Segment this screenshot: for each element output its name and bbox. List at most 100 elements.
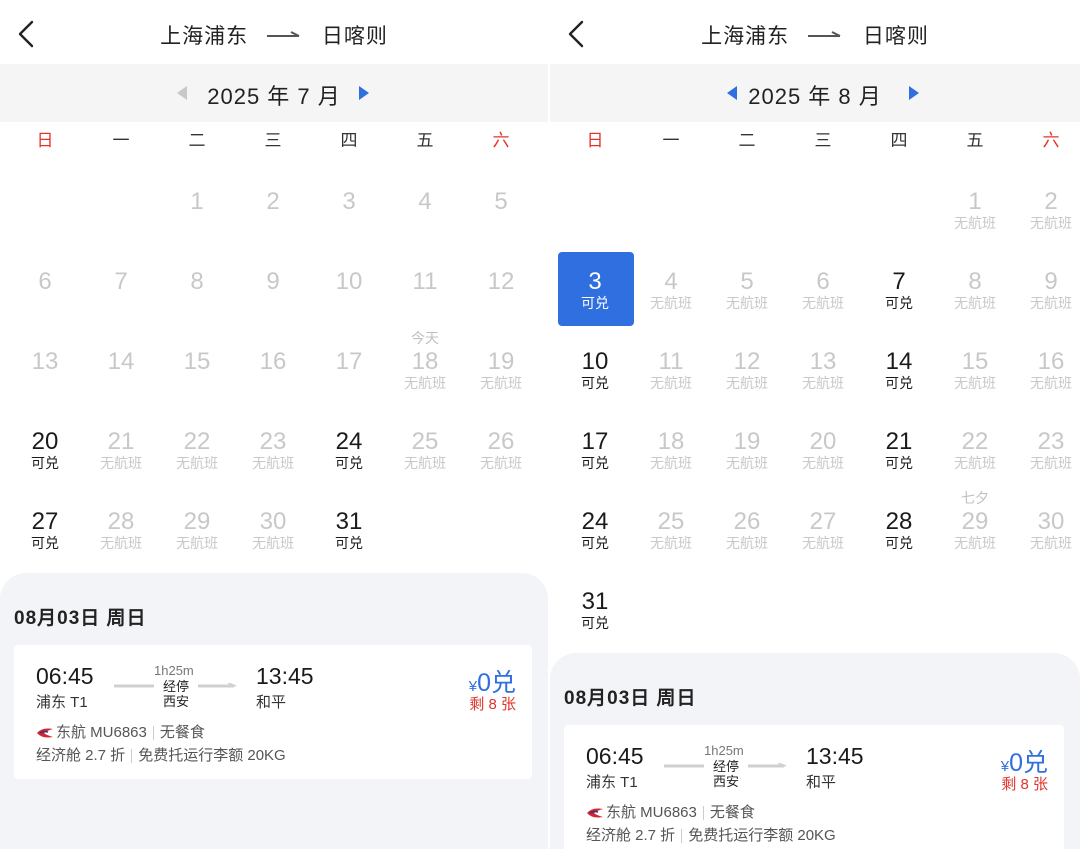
day-cell: 15 <box>159 326 235 400</box>
weekday-label: 三 <box>814 131 832 150</box>
weekday-label: 四 <box>890 131 908 150</box>
day-number: 4 <box>664 268 678 295</box>
weekday-label: 二 <box>188 131 206 150</box>
day-status: 可兑 <box>31 455 59 471</box>
day-status: 可兑 <box>581 375 609 391</box>
day-number: 19 <box>733 428 761 455</box>
day-number: 20 <box>809 428 837 455</box>
meal-info: 无餐食 <box>709 804 755 821</box>
flight-duration: 1h25m <box>154 663 194 678</box>
day-cell[interactable]: 3 可兑 <box>557 246 634 326</box>
divider <box>152 726 154 741</box>
day-number: 4 <box>418 188 432 215</box>
day-status: 无航班 <box>802 375 844 391</box>
day-status: 无航班 <box>650 455 692 471</box>
airline-flight-number: 东航 MU6863 <box>606 804 697 821</box>
day-number: 30 <box>259 508 287 535</box>
day-status: 可兑 <box>31 535 59 551</box>
day-status: 可兑 <box>581 535 609 551</box>
day-status: 可兑 <box>581 615 609 631</box>
day-number: 11 <box>412 268 438 295</box>
day-status: 无航班 <box>100 455 142 471</box>
day-cell[interactable]: 17 可兑 <box>557 406 633 480</box>
flight-card[interactable]: 06:45 浦东 T1 1h25m 经停 西安 13:45 和平 ¥0兑 剩 8… <box>564 725 1064 849</box>
day-number: 29 <box>183 508 211 535</box>
day-number: 25 <box>411 428 439 455</box>
airline-info: 东航 MU6863 无餐食 <box>586 801 755 822</box>
day-number: 7 <box>114 268 128 295</box>
day-number: 28 <box>107 508 135 535</box>
day-number: 26 <box>487 428 515 455</box>
day-status: 可兑 <box>885 375 913 391</box>
day-number: 9 <box>1044 268 1058 295</box>
day-status: 无航班 <box>1030 375 1072 391</box>
day-cell[interactable]: 31 可兑 <box>557 566 633 640</box>
stopover-label: 经停 <box>154 679 198 694</box>
day-cell: 30 无航班 <box>1013 486 1080 560</box>
day-cell: 27 无航班 <box>785 486 861 560</box>
day-number: 30 <box>1037 508 1065 535</box>
day-number: 15 <box>961 348 989 375</box>
day-cell: 16 无航班 <box>1013 326 1080 400</box>
day-number: 27 <box>809 508 837 535</box>
day-status: 可兑 <box>885 455 913 471</box>
day-number: 8 <box>968 268 982 295</box>
stopover-label: 经停 <box>704 759 748 774</box>
meal-info: 无餐食 <box>159 724 205 741</box>
flight-card[interactable]: 06:45 浦东 T1 1h25m 经停 西安 13:45 和平 ¥0兑 剩 8… <box>14 645 532 779</box>
day-cell: 22 无航班 <box>159 406 235 480</box>
day-status: 可兑 <box>885 295 913 311</box>
day-cell: 13 无航班 <box>785 326 861 400</box>
weekday-label: 六 <box>492 131 510 150</box>
day-number: 2 <box>1044 188 1058 215</box>
day-status: 无航班 <box>726 535 768 551</box>
next-month-button[interactable] <box>356 84 372 102</box>
day-cell: 七夕 29 无航班 <box>937 486 1013 560</box>
departure-airport: 浦东 T1 <box>36 694 88 711</box>
weekday-label: 日 <box>586 131 604 150</box>
cabin-class: 经济舱 2.7 折 <box>36 747 126 764</box>
day-cell[interactable]: 14 可兑 <box>861 326 937 400</box>
day-number: 28 <box>885 508 913 535</box>
day-number: 22 <box>961 428 989 455</box>
day-number: 12 <box>487 268 515 295</box>
day-cell: 23 无航班 <box>1013 406 1080 480</box>
day-cell[interactable]: 24 可兑 <box>557 486 633 560</box>
day-cell: 1 无航班 <box>937 166 1013 240</box>
weekday-label: 三 <box>264 131 282 150</box>
day-cell[interactable]: 24 可兑 <box>311 406 387 480</box>
day-cell: 6 <box>7 246 83 320</box>
day-cell[interactable]: 20 可兑 <box>7 406 83 480</box>
day-cell[interactable]: 27 可兑 <box>7 486 83 560</box>
day-cell[interactable]: 10 可兑 <box>557 326 633 400</box>
day-cell: 2 <box>235 166 311 240</box>
day-cell[interactable]: 31 可兑 <box>311 486 387 560</box>
route-arrow-icon <box>808 31 841 37</box>
next-month-button[interactable] <box>906 84 922 102</box>
day-cell: 2 无航班 <box>1013 166 1080 240</box>
day-cell[interactable]: 7 可兑 <box>861 246 937 320</box>
destination-city: 日喀则 <box>862 25 929 48</box>
day-cell[interactable]: 21 可兑 <box>861 406 937 480</box>
day-number: 12 <box>733 348 761 375</box>
day-status: 无航班 <box>650 295 692 311</box>
day-cell: 今天 18 无航班 <box>387 326 463 400</box>
day-status: 无航班 <box>252 455 294 471</box>
weekday-header: 日一二三四五六 <box>0 126 548 156</box>
day-number: 10 <box>335 268 363 295</box>
day-status: 无航班 <box>802 455 844 471</box>
seats-remaining: 剩 8 张 <box>1001 776 1048 793</box>
calendar-panel-july: 上海浦东 日喀则 2025 年 7 月 日一二三四五六 1 2 3 4 5 6 7 8 9 10 1… <box>0 0 548 849</box>
day-status: 无航班 <box>954 295 996 311</box>
day-number: 8 <box>190 268 204 295</box>
divider <box>702 806 704 821</box>
route-arrow-icon <box>267 31 300 37</box>
day-number: 16 <box>1037 348 1065 375</box>
divider <box>131 749 133 764</box>
selected-date-label: 08月03日 周日 <box>564 688 697 709</box>
day-number: 24 <box>581 508 609 535</box>
day-number: 31 <box>581 588 609 615</box>
day-cell[interactable]: 28 可兑 <box>861 486 937 560</box>
day-number: 3 <box>342 188 356 215</box>
route-title: 上海浦东 日喀则 <box>0 20 548 50</box>
